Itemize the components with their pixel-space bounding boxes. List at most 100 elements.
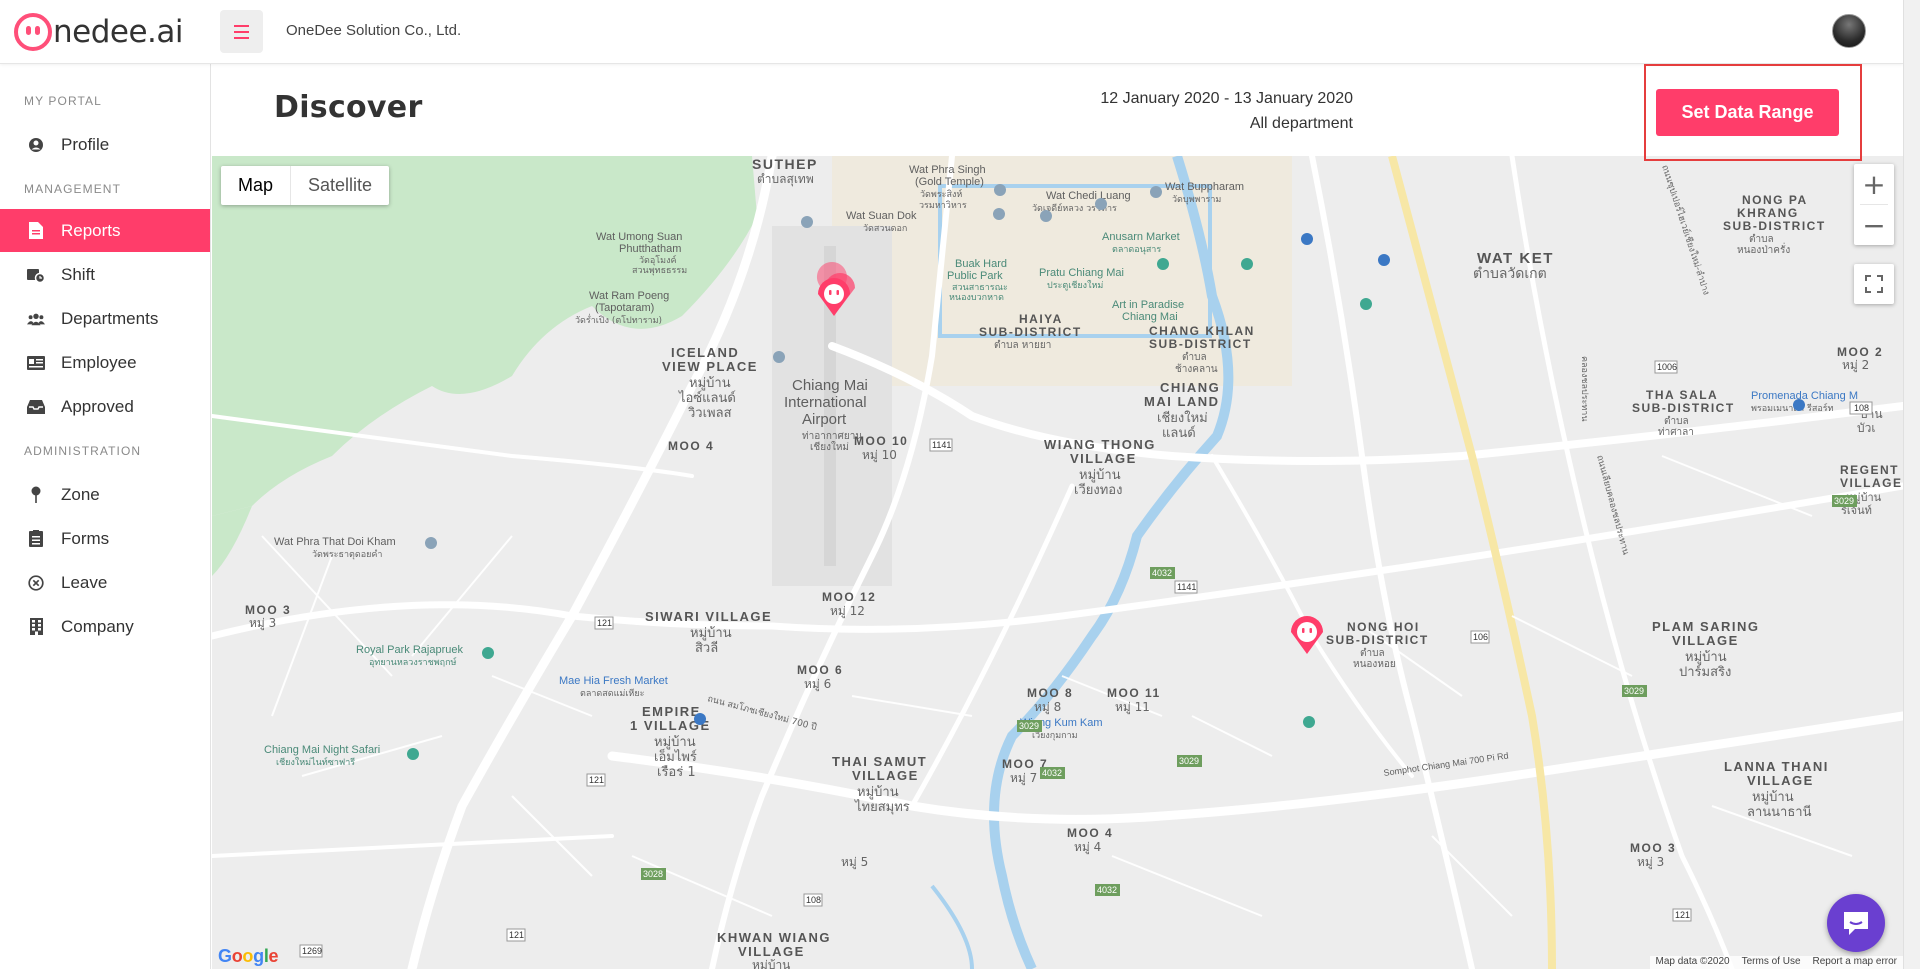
map-label: Wat Suan Dok [846,210,917,222]
map-label: NONG PA [1742,193,1808,207]
map-label: KHWAN WIANG [717,930,831,945]
svg-text:4032: 4032 [1042,768,1062,778]
map-label: THAI SAMUT [832,754,927,769]
svg-text:4032: 4032 [1152,568,1172,578]
map-label: ตลาดอนุสาร [1112,245,1161,255]
map-label: หมู่ 6 [804,677,831,692]
map-label: ตำบล [1360,648,1385,659]
route-shield: 121 [506,928,526,942]
map-label: เชียงใหม่ [810,441,849,453]
road [212,834,614,858]
map-label: SUB-DISTRICT [979,325,1082,339]
svg-text:121: 121 [1675,910,1690,920]
sidebar-item-reports[interactable]: Reports [0,209,210,252]
map-label: SIWARI VILLAGE [645,609,772,624]
sidebar-item-label: Leave [61,572,108,592]
svg-text:108: 108 [1854,403,1869,413]
map-label: THA SALA [1646,388,1718,402]
map-label: ไอซ์แลนด์ [678,390,736,406]
sidebar-item-company[interactable]: Company [0,605,210,648]
map-label: เรือร่ 1 [657,764,696,780]
map-label: วัดบุพพาราม [1172,195,1221,205]
map-label: VILLAGE [738,944,805,959]
fullscreen-button[interactable] [1854,264,1894,304]
road [1210,454,1414,778]
chat-button[interactable] [1827,894,1885,952]
poi-dot [1150,186,1162,198]
map-label: ประตูเชียงใหม่ [1047,280,1103,291]
map-label: วัดสวนดอก [863,224,907,234]
route-shield: 108 [803,893,823,907]
map-label: REGENT [1840,463,1899,477]
terms-of-use-link[interactable]: Terms of Use [1742,956,1801,969]
route-shield: 4032 [1095,884,1120,896]
map-label: SUB-DISTRICT [1632,401,1735,415]
sidebar-item-shift[interactable]: Shift [0,253,210,296]
route-shield: 3029 [1177,755,1202,767]
app-logo[interactable]: nedee.ai [14,12,184,52]
user-avatar[interactable] [1832,14,1866,48]
hamburger-menu-button[interactable] [220,10,263,53]
report-icon [27,222,45,240]
map-type-map-button[interactable]: Map [221,166,292,205]
map-label: EMPIRE [642,704,701,719]
route-shield: 121 [1672,908,1692,922]
sidebar-item-approved[interactable]: Approved [0,385,210,428]
zoom-in-button[interactable]: + [1854,164,1894,204]
page-scrollbar[interactable] [1903,0,1920,969]
map-label: หนองบวกหาด [949,293,1004,303]
route-shield: 1141 [1174,580,1198,594]
svg-text:3029: 3029 [1834,496,1854,506]
map-label: MOO 3 [1630,841,1676,855]
map-label: เอ็มไพร์ [654,747,697,765]
map-label: หนองป่าครั่ง [1737,242,1790,256]
poi-dot [425,537,437,549]
sidebar-item-forms[interactable]: Forms [0,517,210,560]
map-label: MOO 8 [1027,686,1073,700]
sidebar-item-departments[interactable]: Departments [0,297,210,340]
route-shield: 3029 [1017,720,1042,732]
map-view[interactable]: SUTHEP ตำบลสุเทพ Wat Phra Singh (Gold Te… [212,156,1903,969]
sidebar-item-leave[interactable]: Leave [0,561,210,604]
zoom-out-button[interactable]: − [1854,205,1894,245]
map-type-control: Map Satellite [221,166,390,205]
map-label: Wat Ram Poeng [589,290,669,302]
sidebar-item-profile[interactable]: Profile [0,123,210,166]
map-label: หมู่ 5 [841,855,868,870]
map-label: หมู่บ้าน [654,735,696,750]
map-label: Public Park [947,270,1003,282]
sidebar-item-label: Company [61,616,134,636]
svg-text:106: 106 [1473,632,1488,642]
map-label: ท่าศาลา [1658,427,1694,438]
park-area [212,506,252,576]
map-label: VILLAGE [1747,773,1814,788]
svg-text:1141: 1141 [1177,582,1196,592]
map-label: Pratu Chiang Mai [1039,267,1124,279]
pin-icon [27,486,45,504]
svg-text:121: 121 [589,775,604,785]
map-label: MAI LAND [1144,394,1220,409]
svg-text:3028: 3028 [643,869,663,879]
google-logo[interactable]: Google [218,946,279,967]
map-label: หมู่ 7 [1010,771,1037,786]
set-data-range-button[interactable]: Set Data Range [1656,89,1839,136]
map-label: หมู่บ้าน [857,785,899,800]
map-label: Chiang Mai [1122,311,1178,323]
route-shield: 1269 [299,944,323,958]
sidebar-item-label: Approved [61,396,134,416]
route-shield: 121 [586,773,606,787]
map-label: WAT KET [1477,250,1554,267]
map-type-satellite-button[interactable]: Satellite [291,166,389,205]
map-label: วัดอุโมงค์ [639,254,677,266]
section-label-my-portal: MY PORTAL [24,94,102,108]
sidebar-item-zone[interactable]: Zone [0,473,210,516]
sidebar-item-label: Departments [61,308,159,328]
map-label: หมู่บ้าน [1685,650,1727,665]
road [607,711,1903,824]
report-map-error-link[interactable]: Report a map error [1813,956,1897,969]
svg-text:121: 121 [597,618,612,628]
google-logo-letter: e [268,946,279,966]
cancel-icon [27,574,45,592]
sidebar-item-employee[interactable]: Employee [0,341,210,384]
section-label-administration: ADMINISTRATION [24,444,142,458]
